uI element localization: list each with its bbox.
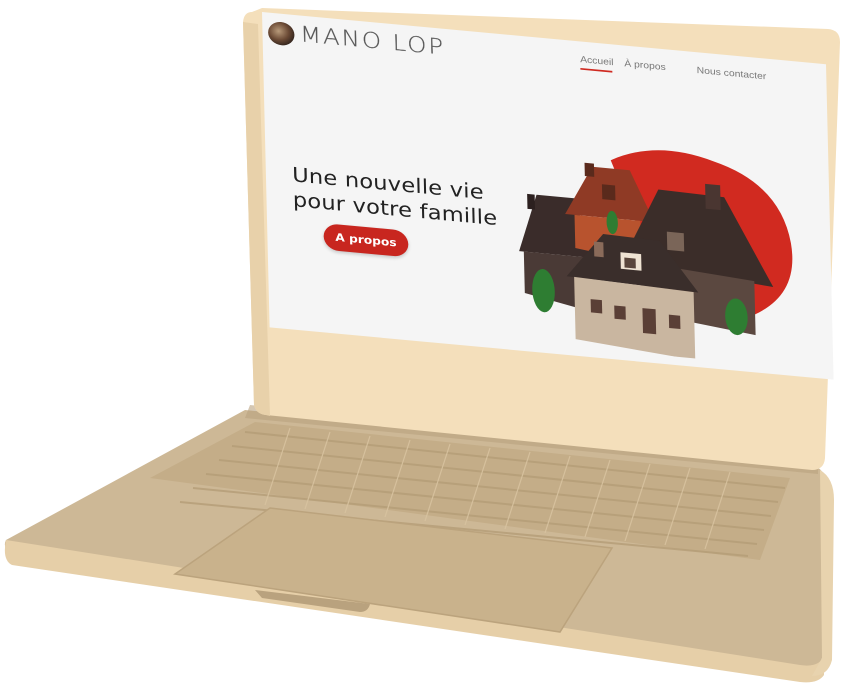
nav-active-indicator [580, 67, 613, 73]
nav-about[interactable]: À propos [624, 59, 666, 73]
hero-title: Une nouvelle vie pour votre famille [292, 162, 519, 233]
nav-home[interactable]: Accueil [580, 55, 614, 68]
website-screen: MANO LOP Accueil À propos Nous contacter… [262, 12, 834, 380]
nav-contact[interactable]: Nous contacter [697, 65, 767, 81]
avatar-logo-icon[interactable] [267, 20, 295, 47]
about-button[interactable]: A propos [323, 223, 409, 258]
site-logo[interactable]: MANO LOP [300, 22, 446, 61]
laptop-mockup: MANO LOP Accueil À propos Nous contacter… [0, 0, 851, 683]
houses-illustration [519, 150, 793, 361]
